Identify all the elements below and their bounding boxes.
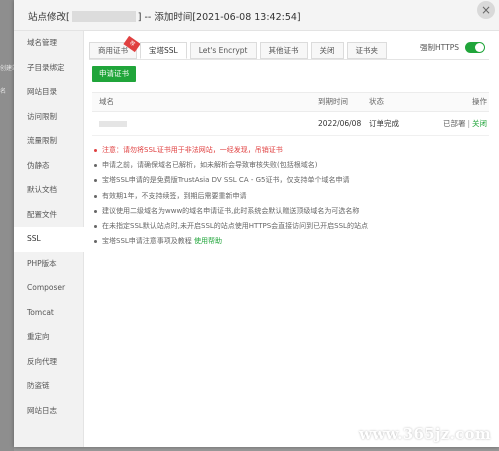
title-suffix: ] -- 添加时间[2021-06-08 13:42:54] — [137, 12, 301, 23]
ssl-notes: 注意：请勿将SSL证书用于非法网站，一经发现，吊销证书 申请之前，请确保域名已解… — [92, 143, 489, 249]
sidebar-item-composer[interactable]: Composer — [14, 276, 83, 301]
header-status: 状态 — [369, 97, 384, 106]
tab-cert-folder[interactable]: 证书夹 — [346, 42, 387, 59]
close-cert-link[interactable]: 关闭 — [472, 119, 487, 128]
redacted-domain — [99, 121, 127, 127]
tab-other-cert[interactable]: 其他证书 — [259, 42, 308, 59]
note-item: 申请之前，请确保域名已解析，如未解析会导致审核失败(包括根域名) — [92, 158, 489, 173]
dialog-titlebar: 站点修改[ ] -- 添加时间[2021-06-08 13:42:54] × — [14, 0, 499, 31]
sidebar-item-logs[interactable]: 网站日志 — [14, 399, 83, 424]
note-warning: 注意：请勿将SSL证书用于非法网站，一经发现，吊销证书 — [92, 143, 489, 158]
ssl-tabs: 商用证书 荐 宝塔SSL Let's Encrypt 其他证书 关闭 证书夹 — [89, 35, 390, 59]
redacted-site-name — [71, 10, 136, 22]
cell-domain — [99, 112, 127, 135]
sidebar-item-domain[interactable]: 域名管理 — [14, 31, 83, 56]
header-ops: 操作 — [472, 97, 487, 106]
header-expire: 到期时间 — [318, 97, 348, 106]
cell-expire: 2022/06/08 — [318, 119, 362, 128]
tab-bt-ssl[interactable]: 宝塔SSL — [140, 42, 187, 59]
sidebar-item-access-limit[interactable]: 访问限制 — [14, 105, 83, 130]
note-text: 宝塔SSL申请注意事项及教程 — [102, 237, 195, 246]
toggle-knob — [475, 43, 484, 52]
force-https-toggle[interactable] — [465, 42, 485, 53]
sidebar-item-php[interactable]: PHP版本 — [14, 252, 83, 277]
tab-close[interactable]: 关闭 — [310, 42, 344, 59]
sidebar-item-rewrite[interactable]: 伪静态 — [14, 154, 83, 179]
note-item: 宝塔SSL申请注意事项及教程 使用帮助 — [92, 234, 489, 249]
tab-lets-encrypt[interactable]: Let's Encrypt — [189, 42, 257, 59]
dialog-title: 站点修改[ ] -- 添加时间[2021-06-08 13:42:54] — [28, 9, 301, 23]
cell-ops: 已部署 | 关闭 — [443, 112, 487, 135]
site-watermark: www.365jz.com — [359, 425, 491, 443]
help-link[interactable]: 使用帮助 — [194, 237, 222, 245]
ops-separator: | — [467, 119, 470, 128]
cert-table: 域名 到期时间 状态 操作 2022/06/08 订单完成 已部署 | 关闭 — [92, 92, 489, 136]
header-domain: 域名 — [99, 97, 114, 106]
sidebar-item-ssl[interactable]: SSL — [14, 227, 84, 252]
sidebar-item-config[interactable]: 配置文件 — [14, 203, 83, 228]
sidebar-item-proxy[interactable]: 反向代理 — [14, 350, 83, 375]
title-prefix: 站点修改[ — [28, 12, 70, 23]
deployed-label: 已部署 — [442, 119, 466, 128]
close-button[interactable]: × — [477, 1, 495, 19]
sidebar-item-hotlink[interactable]: 防盗链 — [14, 374, 83, 399]
note-item: 有效期1年，不支持续签，到期后需要重新申请 — [92, 189, 489, 204]
ssl-panel: 商用证书 荐 宝塔SSL Let's Encrypt 其他证书 关闭 证书夹 强… — [89, 31, 491, 447]
site-edit-dialog: 站点修改[ ] -- 添加时间[2021-06-08 13:42:54] × 域… — [14, 0, 499, 447]
sidebar-item-site-dir[interactable]: 网站目录 — [14, 80, 83, 105]
note-item: 建议使用二级域名为www的域名申请证书,此时系统会默认赠送顶级域名为可选名称 — [92, 204, 489, 219]
apply-cert-button[interactable]: 申请证书 — [92, 66, 136, 82]
note-item: 在未指定SSL默认站点时,未开启SSL的站点使用HTTPS会直接访问到已开启SS… — [92, 219, 489, 234]
force-https-control: 强制HTTPS — [420, 42, 485, 53]
sidebar-item-traffic-limit[interactable]: 流量限制 — [14, 129, 83, 154]
tab-divider — [89, 59, 489, 60]
sidebar-item-tomcat[interactable]: Tomcat — [14, 301, 83, 326]
sidebar-item-default-doc[interactable]: 默认文档 — [14, 178, 83, 203]
settings-sidebar: 域名管理 子目录绑定 网站目录 访问限制 流量限制 伪静态 默认文档 配置文件 … — [14, 31, 84, 447]
note-item: 宝塔SSL申请的是免费版TrustAsia DV SSL CA - G5证书，仅… — [92, 173, 489, 188]
table-row: 2022/06/08 订单完成 已部署 | 关闭 — [92, 112, 489, 136]
sidebar-item-subdir[interactable]: 子目录绑定 — [14, 56, 83, 81]
tab-commercial-cert[interactable]: 商用证书 荐 — [89, 35, 141, 59]
background-page: 创建站 名 — [0, 0, 18, 451]
force-https-label: 强制HTTPS — [420, 43, 459, 52]
tab-label: 商用证书 — [98, 46, 128, 55]
sidebar-item-redirect[interactable]: 重定向 — [14, 325, 83, 350]
cell-status: 订单完成 — [369, 119, 399, 128]
table-header: 域名 到期时间 状态 操作 — [92, 92, 489, 112]
background-text: 名 — [0, 88, 7, 95]
